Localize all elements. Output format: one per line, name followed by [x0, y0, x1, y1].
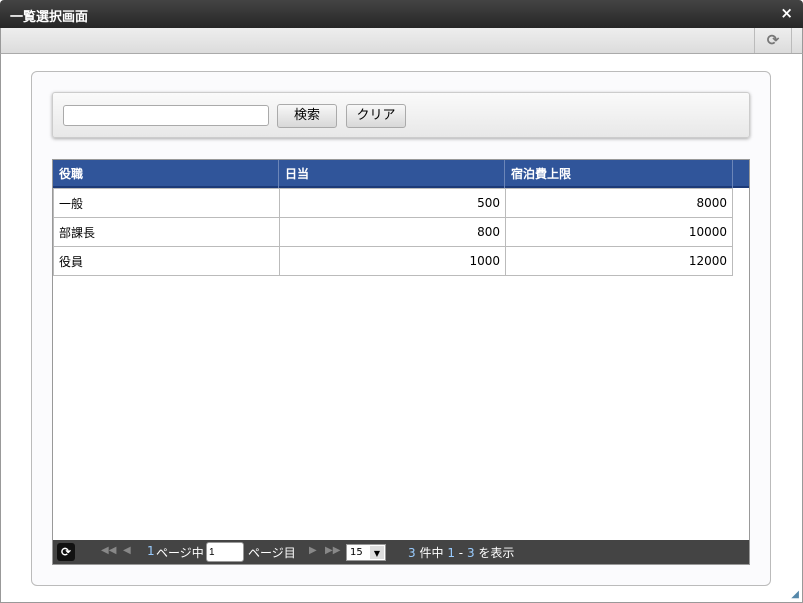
search-button[interactable]: 検索 [277, 104, 337, 128]
page-size-select[interactable]: 15 ▼ [346, 544, 386, 561]
page-size-value: 15 [350, 547, 363, 558]
cell-position: 役員 [53, 246, 280, 276]
cell-position: 一般 [53, 188, 280, 218]
clear-button[interactable]: クリア [346, 104, 406, 128]
dialog-toolbar: ⟳ [0, 28, 803, 54]
last-page-icon[interactable]: ▶▶ [325, 545, 340, 556]
data-grid: 役職 日当 宿泊費上限 一般 500 8000 部課長 800 10000 役員 1000… [52, 159, 750, 565]
cell-lodging: 12000 [505, 246, 733, 276]
cell-lodging: 10000 [505, 217, 733, 247]
column-header-lodging-limit[interactable]: 宿泊費上限 [505, 160, 733, 188]
cell-daily: 800 [279, 217, 506, 247]
column-header-daily-allowance[interactable]: 日当 [279, 160, 505, 188]
search-bar: 検索 クリア [52, 92, 750, 138]
cell-daily: 1000 [279, 246, 506, 276]
close-icon[interactable]: × [780, 4, 793, 22]
table-row[interactable]: 部課長 800 10000 [53, 217, 733, 247]
next-page-icon[interactable]: ▶ [309, 545, 317, 556]
pager: ⟳ ◀◀ ◀ 1 ページ中 ページ目 ▶ ▶▶ 15 ▼ 3 件中 1 - 3 を… [53, 540, 749, 564]
search-input[interactable] [63, 105, 269, 126]
record-summary: 3 件中 1 - 3 を表示 [408, 546, 515, 560]
cell-daily: 500 [279, 188, 506, 218]
page-input[interactable] [206, 542, 244, 562]
total-pages: 1 [147, 544, 155, 558]
grid-table: 一般 500 8000 部課長 800 10000 役員 1000 12000 [53, 188, 733, 276]
dialog-title: 一覧選択画面 [10, 10, 89, 25]
page-suffix: ページ目 [248, 546, 296, 560]
cell-position: 部課長 [53, 217, 280, 247]
reload-icon[interactable]: ⟳ [57, 543, 75, 561]
chevron-down-icon: ▼ [370, 546, 384, 559]
grid-header: 役職 日当 宿泊費上限 [53, 160, 749, 188]
column-header-position[interactable]: 役職 [53, 160, 279, 188]
table-row[interactable]: 一般 500 8000 [53, 188, 733, 218]
prev-page-icon[interactable]: ◀ [123, 545, 131, 556]
cell-lodging: 8000 [505, 188, 733, 218]
table-row[interactable]: 役員 1000 12000 [53, 246, 733, 276]
first-page-icon[interactable]: ◀◀ [101, 545, 116, 556]
resize-handle[interactable]: ◢ [791, 589, 799, 600]
dialog-titlebar: 一覧選択画面 × [0, 0, 803, 28]
page-of-label: ページ中 [156, 546, 204, 560]
refresh-icon[interactable]: ⟳ [754, 28, 792, 53]
